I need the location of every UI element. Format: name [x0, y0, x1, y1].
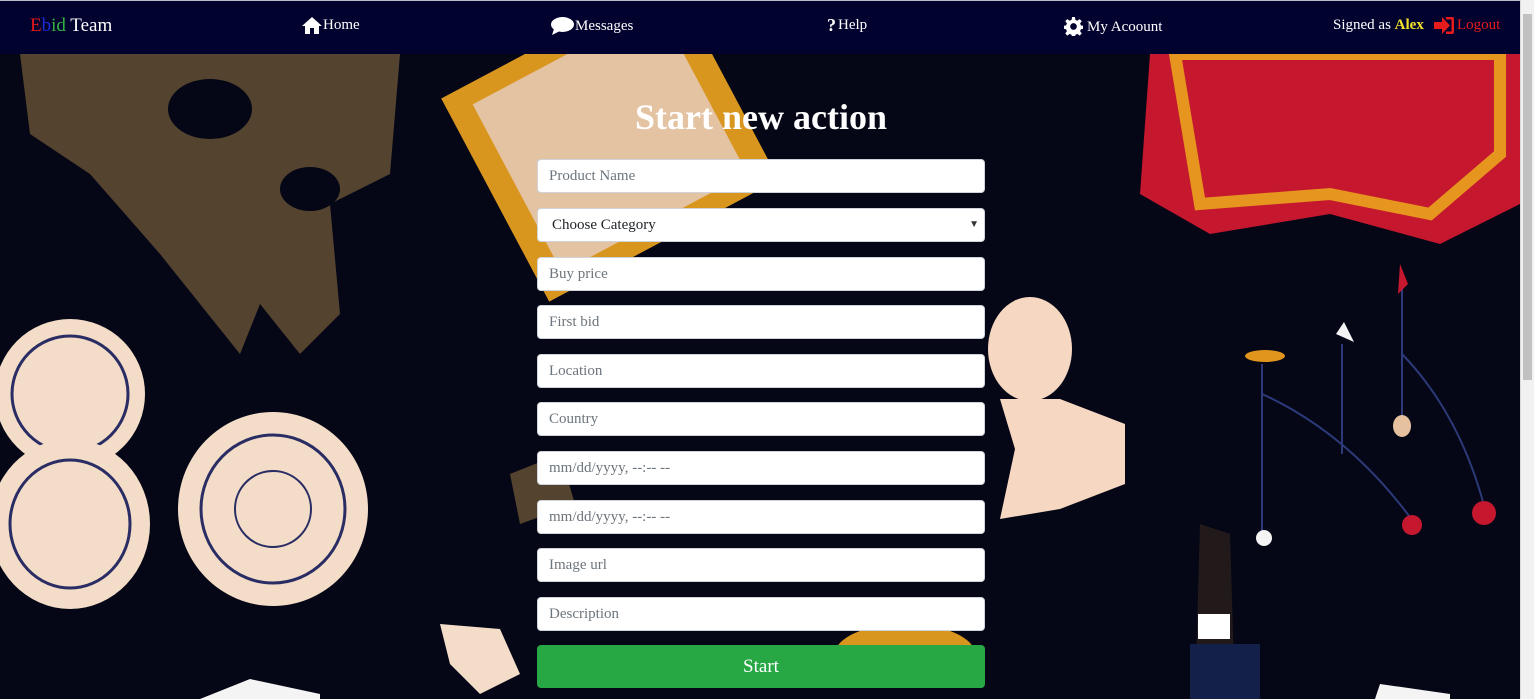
top-navbar: Ebid Team Home Messages ? Help My Acooun…: [0, 0, 1520, 54]
start-button[interactable]: Start: [537, 645, 985, 688]
signed-in-status: Signed as Alex: [1333, 17, 1424, 34]
end-datetime-input[interactable]: [537, 500, 985, 534]
nav-account[interactable]: My Acoount: [1064, 17, 1162, 36]
product-name-input[interactable]: [537, 159, 985, 193]
logout-link[interactable]: Logout: [1434, 17, 1500, 34]
scrollbar-thumb[interactable]: [1523, 14, 1532, 380]
start-datetime-input[interactable]: [537, 451, 985, 485]
nav-help-label: Help: [838, 17, 868, 33]
category-select[interactable]: Choose Category ▼: [537, 208, 985, 242]
sign-out-icon: [1434, 17, 1454, 34]
nav-home-label: Home: [323, 17, 360, 33]
country-input[interactable]: [537, 402, 985, 436]
dropdown-arrow-icon: ▼: [969, 219, 979, 230]
logout-label: Logout: [1457, 17, 1501, 33]
first-bid-input[interactable]: [537, 305, 985, 339]
brand-logo[interactable]: Ebid Team: [30, 15, 112, 37]
brand-letter-b: b: [41, 15, 52, 36]
page-scrollbar[interactable]: [1520, 0, 1534, 699]
description-input[interactable]: [537, 597, 985, 631]
chat-bubble-icon: [551, 17, 574, 35]
nav-messages[interactable]: Messages: [551, 17, 633, 35]
nav-messages-label: Messages: [575, 18, 634, 34]
page-title: Start new action: [635, 97, 887, 137]
gear-icon: [1064, 17, 1083, 36]
nav-account-label: My Acoount: [1087, 19, 1163, 35]
brand-team: Team: [65, 15, 113, 36]
nav-home[interactable]: Home: [302, 17, 360, 34]
category-selected-value: Choose Category: [552, 216, 656, 233]
buy-price-input[interactable]: [537, 257, 985, 291]
home-icon: [302, 17, 322, 34]
brand-letter-e: E: [30, 15, 42, 36]
question-icon: ?: [827, 15, 836, 35]
nav-help[interactable]: ? Help: [827, 15, 868, 35]
image-url-input[interactable]: [537, 548, 985, 582]
brand-letter-d: d: [56, 15, 66, 36]
signed-prefix: Signed as: [1333, 17, 1395, 33]
location-input[interactable]: [537, 354, 985, 388]
signed-username: Alex: [1394, 17, 1424, 33]
